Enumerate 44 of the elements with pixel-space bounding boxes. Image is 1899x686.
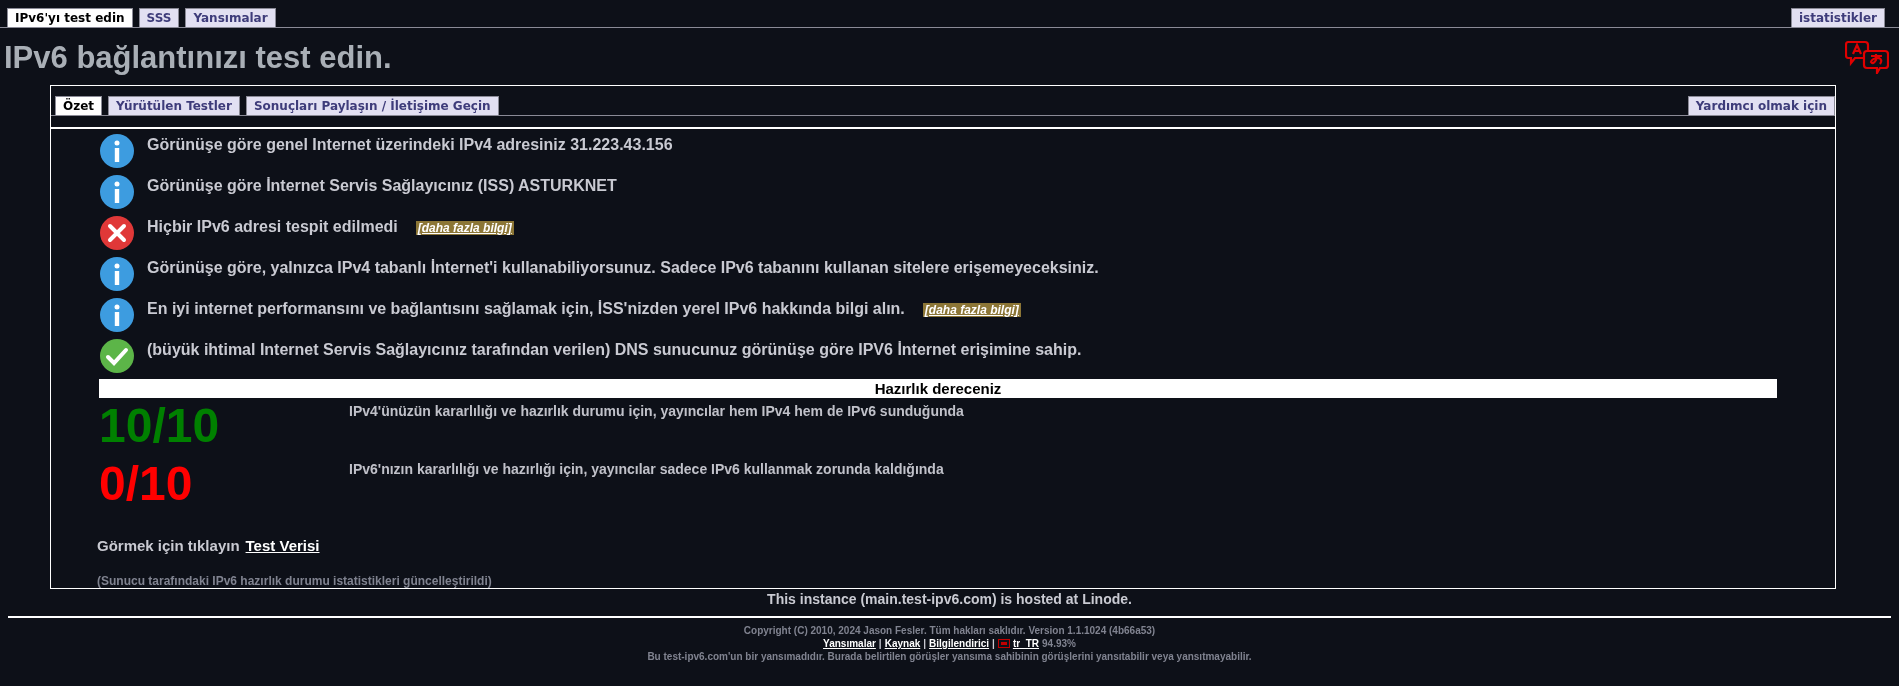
score: 0/10	[99, 455, 194, 512]
test-data-link[interactable]: Test Verisi	[245, 537, 320, 554]
score-description: IPv4'ünüzün kararlılığı ve hazırlık durumu için, yayıncılar hem IPv4 hem de IPv6 sunduğunda	[349, 402, 965, 421]
check-icon	[99, 338, 135, 374]
prompt-text: Görmek için tıklayın	[97, 537, 240, 554]
result-text: Görünüşe göre, yalnızca IPv4 tabanlı İnternet'i kullanabiliyorsunuz. Sadece IPv6 tabanını kullanan sitelere erişemeyeceksiniz.	[147, 258, 1099, 277]
tab[interactable]: IPv6'yı test edin	[7, 8, 133, 27]
separator: |	[992, 638, 995, 649]
result-text: (büyük ihtimal Internet Servis Sağlayıcınız tarafından verilen) DNS sunucunuz görünüşe göre IPV6 İnternet erişimine sahip.	[147, 340, 1082, 359]
error-icon	[99, 215, 135, 251]
result-text: En iyi internet performansını ve bağlantısını sağlamak için, İSS'nizden yerel IPv6 hakkında bilgi alın.	[147, 299, 905, 318]
translate-icon[interactable]	[1845, 40, 1889, 74]
result-text: Hiçbir IPv6 adresi tespit edilmedi	[147, 217, 398, 236]
flag-icon	[997, 639, 1010, 648]
tab[interactable]: Yansımalar	[185, 8, 276, 27]
tab[interactable]: Yardımcı olmak için	[1687, 96, 1835, 115]
footer-link[interactable]: Kaynak	[884, 638, 921, 649]
tab[interactable]: Özet	[55, 96, 103, 115]
separator: |	[878, 638, 882, 649]
tab[interactable]: SSS	[138, 8, 180, 27]
score: 10/10	[99, 398, 221, 454]
footer-link[interactable]: Bilgilendirici	[929, 638, 990, 649]
note-text: (Sunucu tarafındaki IPv6 hazırlık durumu istatistikleri güncelleştirildi)	[97, 574, 493, 588]
more-info-link[interactable]: [daha fazla bilgi]	[415, 221, 514, 235]
score-description: IPv6'nızın kararlılığı ve hazırlığı için, yayıncılar sadece IPv6 kullanmak zorunda kaldığında	[349, 459, 945, 479]
separator: |	[923, 638, 927, 649]
info-icon	[99, 133, 135, 169]
translation-percent: 94.93%	[1042, 638, 1076, 649]
tab[interactable]: istatistikler	[1790, 8, 1885, 27]
info-icon	[99, 297, 135, 333]
info-icon	[99, 256, 135, 292]
tab[interactable]: Yürütülen Testler	[108, 96, 240, 115]
locale-link[interactable]: tr_TR	[1012, 638, 1039, 649]
readiness-header: Hazırlık dereceniz	[99, 379, 1777, 398]
copyright-text: Copyright (C) 2010, 2024 Jason Fesler. Tüm hakları saklıdır. Version 1.1.1024 (4b66a53)	[743, 625, 1156, 636]
info-icon	[99, 174, 135, 210]
result-text: Görünüşe göre genel Internet üzerindeki IPv4 adresiniz 31.223.43.156	[147, 135, 673, 154]
disclaimer-text: Bu test-ipv6.com'un bir yansımadıdır. Burada belirtilen görüşler yansıma sahibinin görüşlerini yansıtabilir veya yansıtmayabilir.	[647, 651, 1252, 662]
footer-link[interactable]: Yansımalar	[823, 638, 876, 649]
page-title: IPv6 bağlantınızı test edin.	[4, 40, 392, 76]
tab[interactable]: Sonuçları Paylaşın / İletişime Geçin	[245, 96, 499, 115]
more-info-link[interactable]: [daha fazla bilgi]	[922, 303, 1021, 317]
hosted-text: This instance (main.test-ipv6.com) is hosted at Linode.	[8, 589, 1891, 618]
result-text: Görünüşe göre İnternet Servis Sağlayıcınız (ISS) ASTURKNET	[147, 176, 617, 195]
